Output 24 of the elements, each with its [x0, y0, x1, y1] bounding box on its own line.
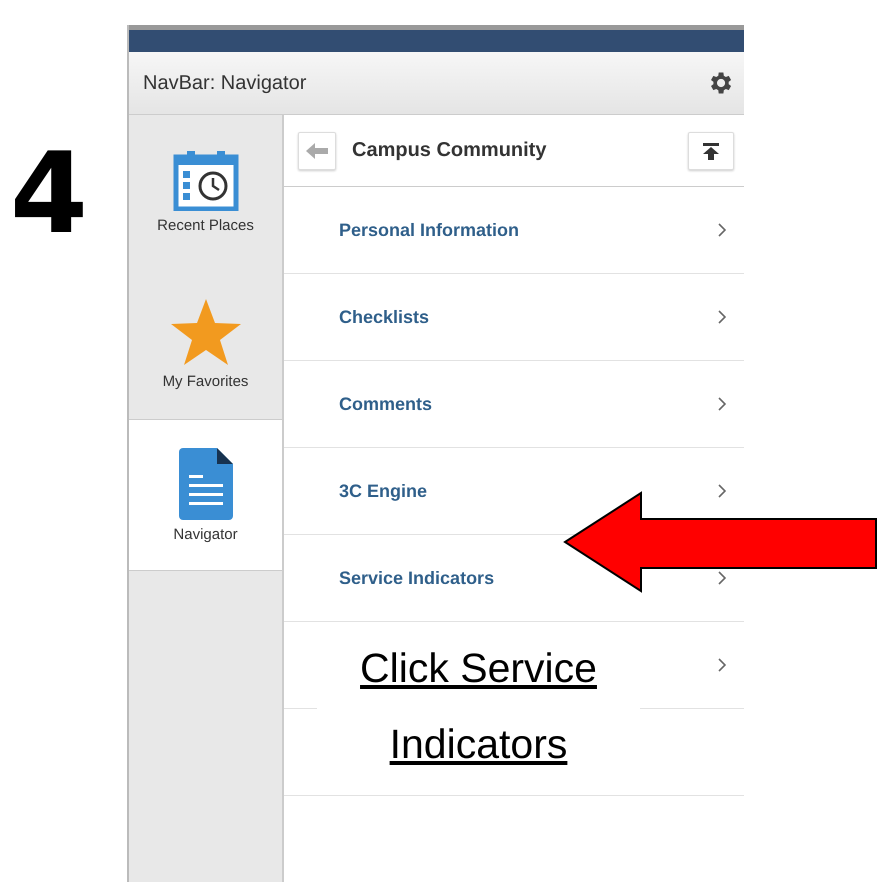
chevron-icon[interactable]: [718, 310, 726, 324]
folder-title: Campus Community: [352, 139, 546, 162]
callout-text: Click Service Indicators: [359, 644, 598, 769]
star-icon: [168, 296, 242, 366]
menu-link[interactable]: Service Indicators: [339, 568, 494, 588]
calendar-clock-icon: [172, 148, 238, 210]
step-number: 4: [10, 138, 89, 250]
sidebar-item[interactable]: Recent Places: [129, 115, 282, 267]
chevron-icon[interactable]: [718, 484, 726, 498]
menu-link[interactable]: Personal Information: [339, 220, 520, 240]
arrow-up-to-bar-icon: [702, 142, 720, 160]
chevron-icon[interactable]: [718, 658, 726, 672]
menu-link[interactable]: Checklists: [339, 306, 430, 328]
chevron-icon[interactable]: [718, 397, 726, 411]
window-title: NavBar: Navigator: [143, 72, 306, 94]
sidebar-item[interactable]: My Favorites: [129, 267, 282, 419]
menu-link[interactable]: 3C Engine: [339, 480, 428, 502]
chevron-icon[interactable]: [718, 223, 726, 237]
left-arrow-icon: [306, 142, 328, 158]
sidebar-item[interactable]: Navigator: [129, 419, 282, 571]
chevron-icon[interactable]: [718, 571, 726, 585]
scroll-top-button[interactable]: [688, 132, 734, 170]
document-icon: [178, 448, 232, 520]
menu-link[interactable]: Comments: [339, 394, 432, 414]
